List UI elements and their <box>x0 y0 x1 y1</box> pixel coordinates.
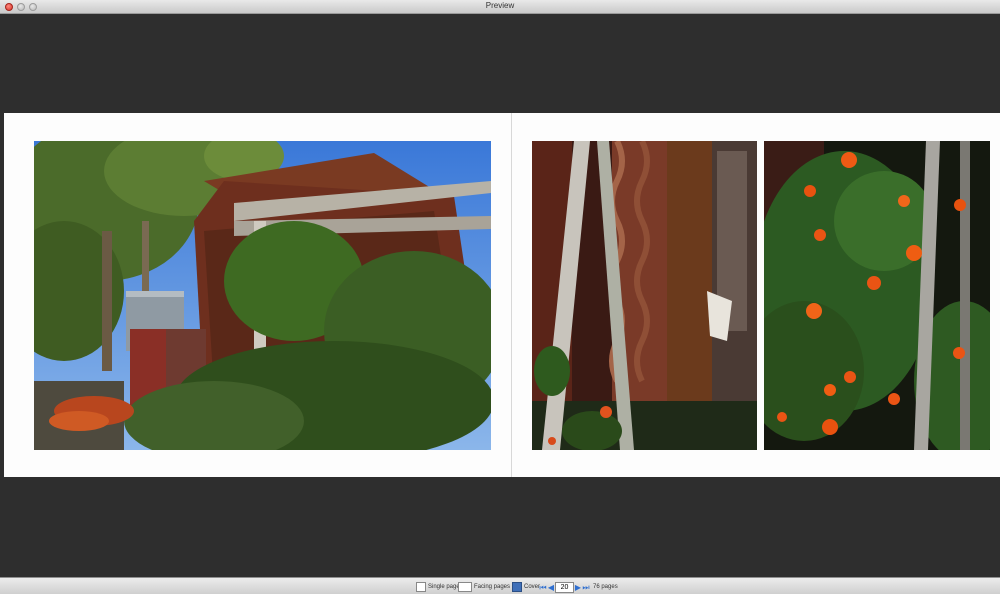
prev-page-icon[interactable]: ◀ <box>547 583 555 592</box>
facing-pages-button[interactable]: Facing pages <box>458 582 510 592</box>
single-page-icon <box>416 582 426 592</box>
page-number-input[interactable] <box>555 581 574 593</box>
corrugated-iron-photo <box>532 141 757 450</box>
cover-icon <box>512 582 522 592</box>
first-page-icon[interactable]: ⏮ <box>539 583 547 592</box>
single-pages-button[interactable]: Single pages <box>416 582 463 592</box>
facing-pages-icon <box>458 582 472 592</box>
book-spread <box>4 113 1000 477</box>
shed-photo <box>34 141 491 450</box>
page-gutter <box>511 113 512 477</box>
last-page-icon[interactable]: ⏭ <box>582 583 590 592</box>
total-pages-label: 76 pages <box>593 584 618 590</box>
facing-pages-label: Facing pages <box>474 584 511 590</box>
cover-label: Cover <box>524 584 541 590</box>
preview-canvas <box>0 14 1000 577</box>
title-bar: Preview <box>0 0 1000 14</box>
window-title: Preview <box>485 1 515 10</box>
page-navigation: ⏮ ◀ ▶ ⏭ 76 pages <box>539 581 618 593</box>
cover-button[interactable]: Cover <box>512 582 540 592</box>
next-page-icon[interactable]: ▶ <box>574 583 582 592</box>
marigold-photo <box>764 141 990 450</box>
bottom-toolbar: Single pages Facing pages Cover ⏮ ◀ ▶ ⏭ … <box>0 577 1000 594</box>
